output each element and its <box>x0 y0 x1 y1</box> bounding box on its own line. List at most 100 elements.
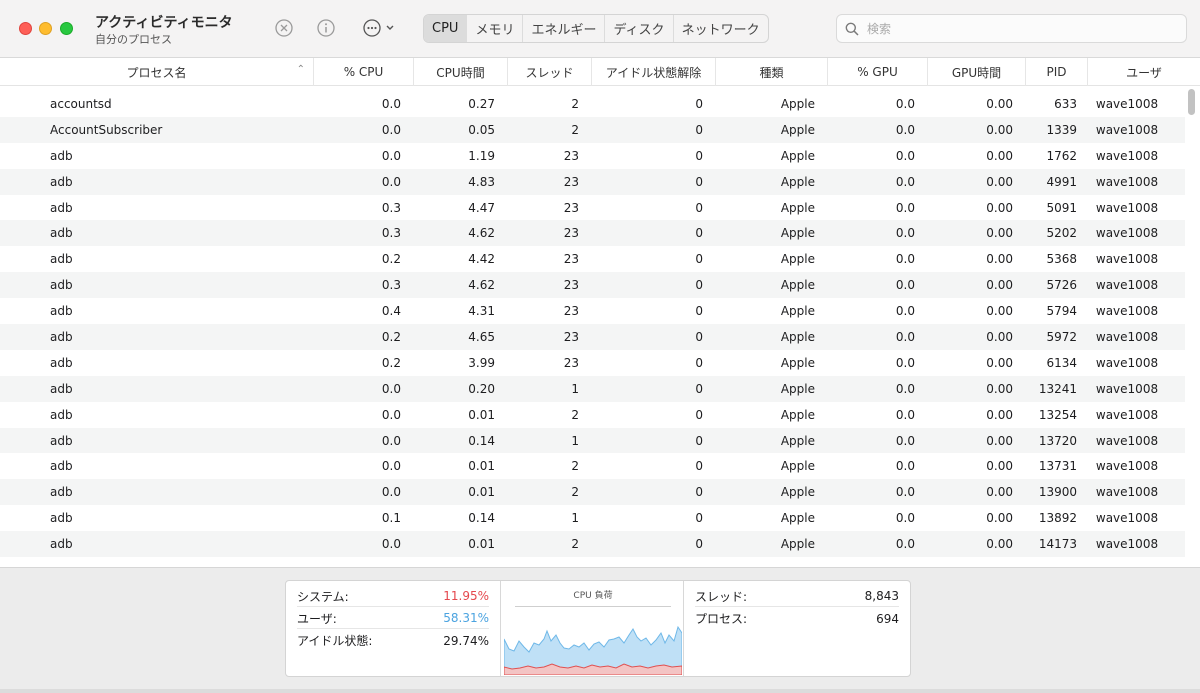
gpu-percent-cell: 0.0 <box>895 459 915 474</box>
column-header-idle-wakeups[interactable]: アイドル状態解除 <box>591 58 715 86</box>
minimize-window-button[interactable] <box>39 22 52 35</box>
process-name-cell: adb <box>50 485 73 500</box>
gpu-time-cell: 0.00 <box>986 304 1013 319</box>
pid-cell: 5972 <box>1046 329 1077 344</box>
table-row[interactable]: adb 0.0 0.01 2 0 Apple 0.0 0.00 13900 wave1008 <box>0 479 1185 506</box>
threads-cell: 23 <box>563 252 579 267</box>
cpu-time-cell: 4.42 <box>468 252 495 267</box>
kind-cell: Apple <box>780 355 815 370</box>
gpu-percent-cell: 0.0 <box>895 200 915 215</box>
cpu-percent-cell: 0.0 <box>381 459 401 474</box>
table-row[interactable]: adb 0.0 0.01 2 0 Apple 0.0 0.00 13731 wave1008 <box>0 453 1185 479</box>
cpu-percent-cell: 0.0 <box>381 537 401 552</box>
tab-cpu[interactable]: CPU <box>424 15 467 42</box>
table-row[interactable]: adb 0.0 0.14 1 0 Apple 0.0 0.00 13720 wave1008 <box>0 427 1185 454</box>
kind-cell: Apple <box>780 511 815 526</box>
table-row[interactable]: adb 0.3 4.62 23 0 Apple 0.0 0.00 5726 wave1008 <box>0 272 1185 299</box>
cpu-percent-cell: 0.2 <box>381 355 401 370</box>
table-row[interactable]: adb 0.2 4.65 23 0 Apple 0.0 0.00 5972 wave1008 <box>0 324 1185 350</box>
cpu-time-cell: 0.01 <box>468 485 495 500</box>
column-header-pid[interactable]: PID <box>1025 58 1087 86</box>
column-header-kind[interactable]: 種類 <box>715 58 827 86</box>
zoom-window-button[interactable] <box>60 22 73 35</box>
tab-energy[interactable]: エネルギー <box>522 15 604 42</box>
close-window-button[interactable] <box>19 22 32 35</box>
column-header-threads[interactable]: スレッド <box>507 58 591 86</box>
pid-cell: 13900 <box>1038 485 1077 500</box>
tab-disk[interactable]: ディスク <box>604 15 672 42</box>
pid-cell: 14173 <box>1038 537 1077 552</box>
kind-cell: Apple <box>780 200 815 215</box>
kind-cell: Apple <box>780 381 815 396</box>
user-cell: wave1008 <box>1095 252 1159 267</box>
window-title: アクティビティモニタ <box>95 15 233 31</box>
processes-value: 694 <box>876 611 899 626</box>
process-name-cell: adb <box>50 252 73 267</box>
table-row[interactable]: adb 0.4 4.31 23 0 Apple 0.0 0.00 5794 wave1008 <box>0 298 1185 324</box>
column-header-cpu-time[interactable]: CPU時間 <box>413 58 507 86</box>
pid-cell: 13720 <box>1038 433 1077 448</box>
stop-process-icon <box>275 19 293 37</box>
table-row[interactable]: accountsd 0.0 0.27 2 0 Apple 0.0 0.00 633 wave100… <box>0 91 1185 117</box>
tab-memory[interactable]: メモリ <box>466 15 522 42</box>
gpu-time-cell: 0.00 <box>986 459 1013 474</box>
info-button[interactable] <box>315 17 337 39</box>
vertical-scrollbar-thumb[interactable] <box>1188 89 1195 115</box>
gpu-time-cell: 0.00 <box>986 511 1013 526</box>
idle-wakeups-cell: 0 <box>695 304 703 319</box>
pid-cell: 1339 <box>1046 122 1077 137</box>
cpu-time-cell: 0.05 <box>468 122 495 137</box>
kind-cell: Apple <box>780 174 815 189</box>
table-row[interactable]: adb 0.2 4.42 23 0 Apple 0.0 0.00 5368 wave1008 <box>0 246 1185 272</box>
cpu-summary-box: システム: 11.95% ユーザ: 58.31% アイドル状態: 29.74% … <box>285 580 911 677</box>
process-name-cell: accountsd <box>50 96 112 111</box>
gpu-time-cell: 0.00 <box>986 226 1013 241</box>
search-box[interactable] <box>836 14 1187 43</box>
column-header-cpu[interactable]: % CPU <box>313 58 413 86</box>
cpu-percent-cell: 0.0 <box>381 381 401 396</box>
column-header-user[interactable]: ユーザ <box>1087 58 1200 86</box>
more-actions-button[interactable] <box>358 17 400 39</box>
table-row[interactable]: adb 0.0 4.83 23 0 Apple 0.0 0.00 4991 wave1008 <box>0 168 1185 195</box>
threads-cell: 23 <box>563 174 579 189</box>
table-row[interactable]: adb 0.3 4.47 23 0 Apple 0.0 0.00 5091 wave1008 <box>0 195 1185 221</box>
table-row[interactable]: AccountSubscriber 0.0 0.05 2 0 Apple 0.0 0.00 13… <box>0 116 1185 143</box>
idle-wakeups-cell: 0 <box>695 355 703 370</box>
gpu-time-cell: 0.00 <box>986 433 1013 448</box>
threads-cell: 2 <box>571 459 579 474</box>
idle-wakeups-cell: 0 <box>695 459 703 474</box>
cpu-percent-cell: 0.2 <box>381 252 401 267</box>
table-row[interactable]: adb 0.0 1.19 23 0 Apple 0.0 0.00 1762 wave1008 <box>0 143 1185 169</box>
pid-cell: 4991 <box>1046 174 1077 189</box>
idle-wakeups-cell: 0 <box>695 200 703 215</box>
user-cell: wave1008 <box>1095 122 1159 137</box>
column-header-label: プロセス名 <box>126 65 187 80</box>
column-header-process-name[interactable]: プロセス名 ⌃ <box>0 58 313 86</box>
table-row[interactable]: adb 0.3 4.62 23 0 Apple 0.0 0.00 5202 wave1008 <box>0 220 1185 247</box>
threads-cell: 23 <box>563 355 579 370</box>
user-cell: wave1008 <box>1095 226 1159 241</box>
stop-process-button[interactable] <box>273 17 295 39</box>
column-header-gpu-time[interactable]: GPU時間 <box>927 58 1025 86</box>
gpu-percent-cell: 0.0 <box>895 381 915 396</box>
user-stat: ユーザ: 58.31% <box>297 608 489 629</box>
table-row[interactable]: adb 0.1 0.14 1 0 Apple 0.0 0.00 13892 wave1008 <box>0 505 1185 531</box>
tab-network[interactable]: ネットワーク <box>672 15 768 42</box>
column-header-label: アイドル状態解除 <box>605 65 702 80</box>
idle-wakeups-cell: 0 <box>695 433 703 448</box>
table-row[interactable]: adb 0.0 0.01 2 0 Apple 0.0 0.00 14173 wave1008 <box>0 531 1185 558</box>
table-row[interactable]: adb 0.0 0.20 1 0 Apple 0.0 0.00 13241 wave1008 <box>0 375 1185 402</box>
process-name-cell: AccountSubscriber <box>50 122 163 137</box>
search-input[interactable] <box>867 21 1167 36</box>
table-row[interactable]: adb 0.0 0.01 2 0 Apple 0.0 0.00 13254 wave1008 <box>0 402 1185 428</box>
process-name-cell: adb <box>50 433 73 448</box>
kind-cell: Apple <box>780 459 815 474</box>
table-row[interactable]: adb 0.2 3.99 23 0 Apple 0.0 0.00 6134 wave1008 <box>0 350 1185 376</box>
cpu-time-cell: 0.01 <box>468 459 495 474</box>
pid-cell: 633 <box>1054 96 1077 111</box>
gpu-time-cell: 0.00 <box>986 122 1013 137</box>
cpu-time-cell: 0.20 <box>468 381 495 396</box>
gpu-percent-cell: 0.0 <box>895 407 915 422</box>
column-header-gpu[interactable]: % GPU <box>827 58 927 86</box>
vertical-scrollbar[interactable] <box>1187 87 1196 555</box>
